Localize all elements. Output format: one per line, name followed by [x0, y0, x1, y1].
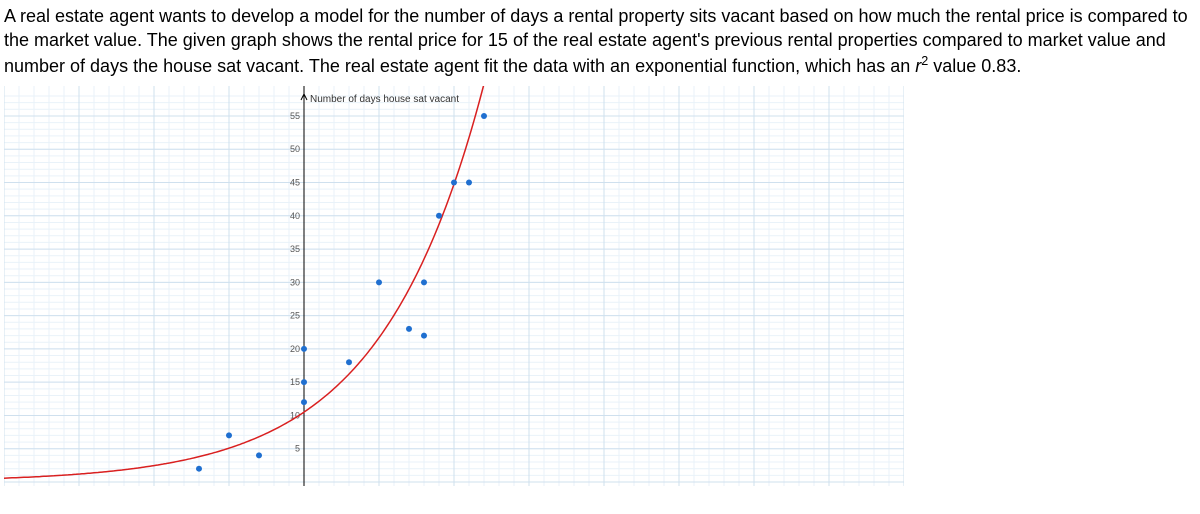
svg-text:45: 45 — [290, 177, 300, 187]
svg-text:15: 15 — [290, 377, 300, 387]
svg-text:25: 25 — [290, 311, 300, 321]
svg-text:5: 5 — [295, 444, 300, 454]
chart-plot: 510152025303540455055Number of days hous… — [4, 86, 904, 486]
svg-text:20: 20 — [290, 344, 300, 354]
question-part2: value 0.83. — [928, 56, 1021, 76]
svg-text:Number of days house sat vacan: Number of days house sat vacant — [310, 94, 459, 105]
svg-text:40: 40 — [290, 211, 300, 221]
svg-text:30: 30 — [290, 277, 300, 287]
question-text: A real estate agent wants to develop a m… — [4, 4, 1200, 78]
svg-text:55: 55 — [290, 111, 300, 121]
svg-text:50: 50 — [290, 144, 300, 154]
svg-text:35: 35 — [290, 244, 300, 254]
chart-container: 510152025303540455055Number of days hous… — [4, 86, 904, 486]
